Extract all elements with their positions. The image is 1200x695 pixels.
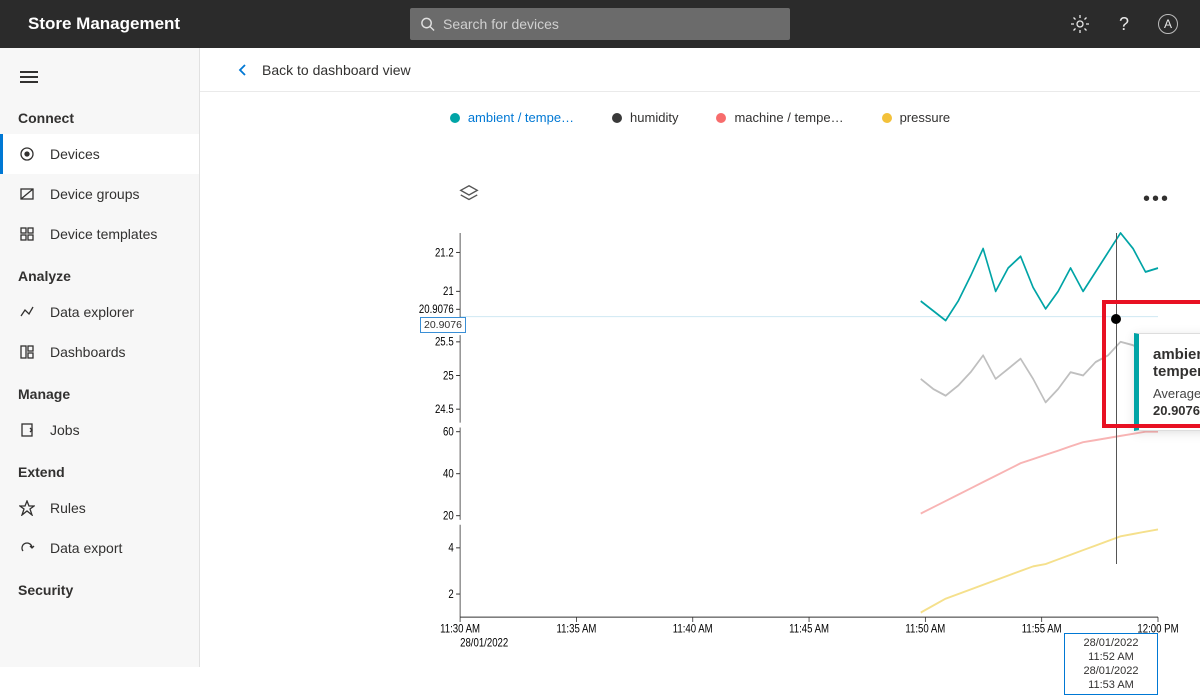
svg-text:11:30 AM: 11:30 AM — [440, 623, 480, 636]
svg-text:11:40 AM: 11:40 AM — [673, 623, 713, 636]
svg-text:40: 40 — [443, 468, 454, 481]
svg-text:11:55 AM: 11:55 AM — [1022, 623, 1062, 636]
chart-more-icon[interactable]: ••• — [1143, 188, 1170, 211]
section-connect: Connect — [0, 96, 199, 134]
svg-text:28/01/2022: 28/01/2022 — [460, 636, 508, 649]
main-content: Back to dashboard view ambient / tempe… … — [200, 48, 1200, 667]
sidebar-item-label: Devices — [50, 146, 100, 162]
search-icon — [420, 16, 435, 32]
sidebar-item-label: Dashboards — [50, 344, 126, 360]
sidebar-item-device-groups[interactable]: Device groups — [0, 174, 199, 214]
app-title: Store Management — [0, 14, 200, 34]
hamburger-icon[interactable] — [0, 58, 199, 96]
sidebar-item-label: Device groups — [50, 186, 140, 202]
rules-icon — [18, 499, 36, 517]
sidebar-item-label: Jobs — [50, 422, 80, 438]
svg-text:2: 2 — [448, 588, 453, 601]
chart-legend: ambient / tempe… humidity machine / temp… — [200, 92, 1200, 129]
sidebar-item-device-templates[interactable]: Device templates — [0, 214, 199, 254]
settings-icon[interactable] — [1070, 14, 1090, 34]
svg-text:25.5: 25.5 — [435, 336, 454, 349]
sidebar-item-devices[interactable]: Devices — [0, 134, 199, 174]
annotation-highlight-box — [1102, 300, 1200, 428]
section-analyze: Analyze — [0, 254, 199, 292]
account-avatar[interactable]: A — [1158, 14, 1178, 34]
search-input[interactable] — [443, 16, 780, 32]
legend-item-pressure[interactable]: pressure — [882, 110, 951, 125]
topbar-actions: ? A — [1070, 14, 1200, 34]
sidebar-item-data-export[interactable]: Data export — [0, 528, 199, 568]
svg-text:60: 60 — [443, 426, 454, 439]
chart-layers-button[interactable] — [458, 183, 480, 210]
legend-item-ambient[interactable]: ambient / tempe… — [450, 110, 574, 125]
svg-text:11:35 AM: 11:35 AM — [556, 623, 596, 636]
x-cursor-tag: 28/01/2022 11:52 AM 28/01/2022 11:53 AM — [1064, 633, 1158, 695]
back-link-label: Back to dashboard view — [262, 62, 411, 78]
svg-text:20: 20 — [443, 510, 454, 523]
y-cursor-tag: 20.9076 — [420, 317, 466, 333]
sidebar-item-label: Data export — [50, 540, 122, 556]
search-box[interactable] — [410, 8, 790, 40]
svg-text:4: 4 — [448, 542, 453, 555]
top-bar: Store Management ? A — [0, 0, 1200, 48]
section-security: Security — [0, 568, 199, 606]
section-extend: Extend — [0, 450, 199, 488]
sidebar-item-rules[interactable]: Rules — [0, 488, 199, 528]
templates-icon — [18, 225, 36, 243]
groups-icon — [18, 185, 36, 203]
export-icon — [18, 539, 36, 557]
legend-item-machine[interactable]: machine / tempe… — [716, 110, 843, 125]
jobs-icon — [18, 421, 36, 439]
sidebar-item-data-explorer[interactable]: Data explorer — [0, 292, 199, 332]
legend-item-humidity[interactable]: humidity — [612, 110, 678, 125]
sidebar-item-jobs[interactable]: Jobs — [0, 410, 199, 450]
sidebar: Connect Devices Device groups Device tem… — [0, 48, 200, 667]
svg-text:25: 25 — [443, 370, 454, 383]
chart-area[interactable]: 21.22120.907625.52524.56040204211:30 AM1… — [420, 233, 1158, 622]
sidebar-item-label: Data explorer — [50, 304, 134, 320]
back-link[interactable]: Back to dashboard view — [200, 48, 1200, 92]
svg-text:20.9076: 20.9076 — [419, 303, 454, 316]
svg-text:21.2: 21.2 — [435, 247, 454, 260]
sidebar-item-dashboards[interactable]: Dashboards — [0, 332, 199, 372]
sidebar-item-label: Device templates — [50, 226, 157, 242]
help-icon[interactable]: ? — [1114, 14, 1134, 34]
svg-text:21: 21 — [443, 285, 454, 298]
chevron-left-icon — [236, 63, 250, 77]
svg-text:11:45 AM: 11:45 AM — [789, 623, 829, 636]
devices-icon — [18, 145, 36, 163]
section-manage: Manage — [0, 372, 199, 410]
sidebar-item-label: Rules — [50, 500, 86, 516]
svg-text:11:50 AM: 11:50 AM — [905, 623, 945, 636]
dashboards-icon — [18, 343, 36, 361]
explorer-icon — [18, 303, 36, 321]
svg-text:24.5: 24.5 — [435, 403, 454, 416]
